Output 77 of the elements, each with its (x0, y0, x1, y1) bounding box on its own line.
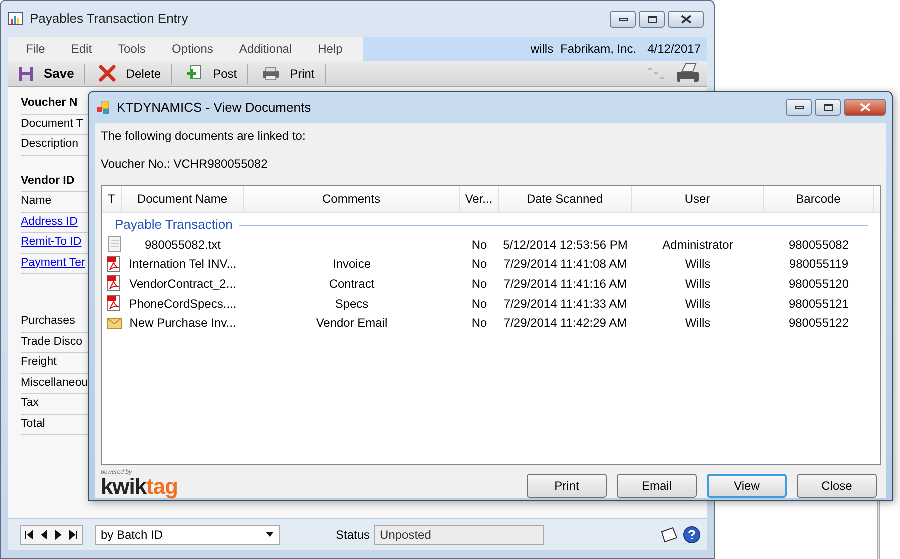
toolbar-button[interactable]: Delete (95, 64, 172, 84)
document-row[interactable]: VendorContract_2... Contract No 7/29/2014 11:41:16 AM Wills 980055120 (102, 274, 880, 294)
next-record-icon[interactable] (54, 530, 64, 540)
delete-icon (99, 65, 116, 82)
toolbar-button[interactable]: Save (14, 64, 86, 84)
window-title: KTDYNAMICS - View Documents (117, 98, 312, 117)
menu-item[interactable]: Additional (239, 40, 292, 58)
column-header[interactable]: Comments (244, 186, 460, 212)
column-header[interactable]: Date Scanned (499, 186, 632, 212)
field-label: Voucher N (21, 96, 78, 112)
field-label: Description (21, 137, 79, 152)
dialog-button[interactable]: Email (617, 474, 697, 498)
maximize-button[interactable] (639, 10, 665, 28)
menu-item[interactable]: File (26, 40, 46, 58)
field-label: Vendor ID (21, 174, 75, 189)
field-link[interactable]: Payment Ter (21, 254, 86, 272)
session-date: 4/12/2017 (648, 41, 701, 58)
document-row[interactable]: 980055082.txt No 5/12/2014 12:53:56 PM Administrator 980055082 (102, 235, 880, 255)
menu-item[interactable]: Tools (118, 40, 146, 58)
document-row[interactable]: New Purchase Inv... Vendor Email No 7/29/2014 11:42:29 AM Wills 980055122 (102, 313, 880, 333)
field-link[interactable]: Address ID (21, 214, 78, 231)
column-header[interactable]: User (632, 186, 764, 212)
status-label: Status (336, 526, 370, 544)
toolbar-button[interactable]: Post (182, 64, 248, 84)
field-label: Name (21, 194, 52, 210)
column-header[interactable]: Document Name (122, 186, 244, 212)
pdf-file-icon (107, 256, 122, 273)
field-label: Miscellaneou (21, 376, 88, 391)
pdf-file-icon (107, 295, 122, 312)
printer-icon[interactable] (675, 62, 701, 84)
dialog-button[interactable]: Close (797, 474, 877, 498)
window-title: Payables Transaction Entry (30, 10, 188, 28)
envelope-icon (107, 317, 122, 330)
close-button[interactable] (844, 99, 886, 116)
group-header: Payable Transaction (115, 216, 233, 234)
field-label: Trade Disco (21, 334, 83, 350)
company-name: Fabrikam, Inc. (560, 41, 637, 58)
document-plus-icon (186, 65, 204, 82)
close-button[interactable] (668, 10, 704, 28)
document-row[interactable]: Internation Tel INV... Invoice No 7/29/2014 11:41:08 AM Wills 980055119 (102, 254, 880, 274)
intro-text: The following documents are linked to: (101, 128, 307, 145)
status-field: Unposted (374, 524, 544, 544)
printer-icon (262, 66, 280, 80)
caret-icon (266, 532, 274, 537)
field-label: Freight (21, 355, 57, 370)
document-row[interactable]: PhoneCordSpecs.... Specs No 7/29/2014 11:41:33 AM Wills 980055121 (102, 294, 880, 314)
menu-item[interactable]: Options (172, 40, 214, 58)
previous-record-icon[interactable] (39, 530, 49, 540)
field-label: Document T (21, 116, 84, 132)
menu-item[interactable]: Edit (71, 40, 92, 58)
field-label: Tax (21, 396, 39, 412)
minimize-button[interactable] (610, 10, 636, 28)
dialog-button[interactable]: Print (527, 474, 607, 498)
field-link[interactable]: Remit-To ID (21, 234, 82, 252)
minimize-button[interactable] (786, 99, 812, 116)
user-name: wills (530, 41, 554, 58)
column-header[interactable]: Barcode (764, 186, 874, 212)
sort-dropdown[interactable]: by Batch ID (95, 524, 280, 544)
app-icon (97, 100, 111, 114)
column-header[interactable]: Ver... (460, 186, 499, 212)
voucher-number: Voucher No.: VCHR980055082 (101, 156, 269, 173)
field-label: Purchases (21, 314, 76, 330)
toolbar-button[interactable]: Print (258, 64, 326, 84)
text-file-icon (108, 236, 122, 254)
column-header[interactable]: T (102, 186, 122, 212)
dialog-button[interactable]: View (707, 474, 787, 498)
menu-item[interactable]: Help (318, 40, 343, 58)
first-record-icon[interactable] (24, 530, 34, 540)
note-icon[interactable] (659, 526, 679, 544)
maximize-button[interactable] (815, 99, 841, 116)
pdf-file-icon (107, 275, 122, 292)
app-icon (8, 11, 24, 27)
last-record-icon[interactable] (69, 530, 79, 540)
field-label: Total (21, 416, 46, 432)
help-icon[interactable] (683, 526, 701, 544)
close-icon (680, 14, 692, 24)
close-icon (860, 103, 870, 112)
